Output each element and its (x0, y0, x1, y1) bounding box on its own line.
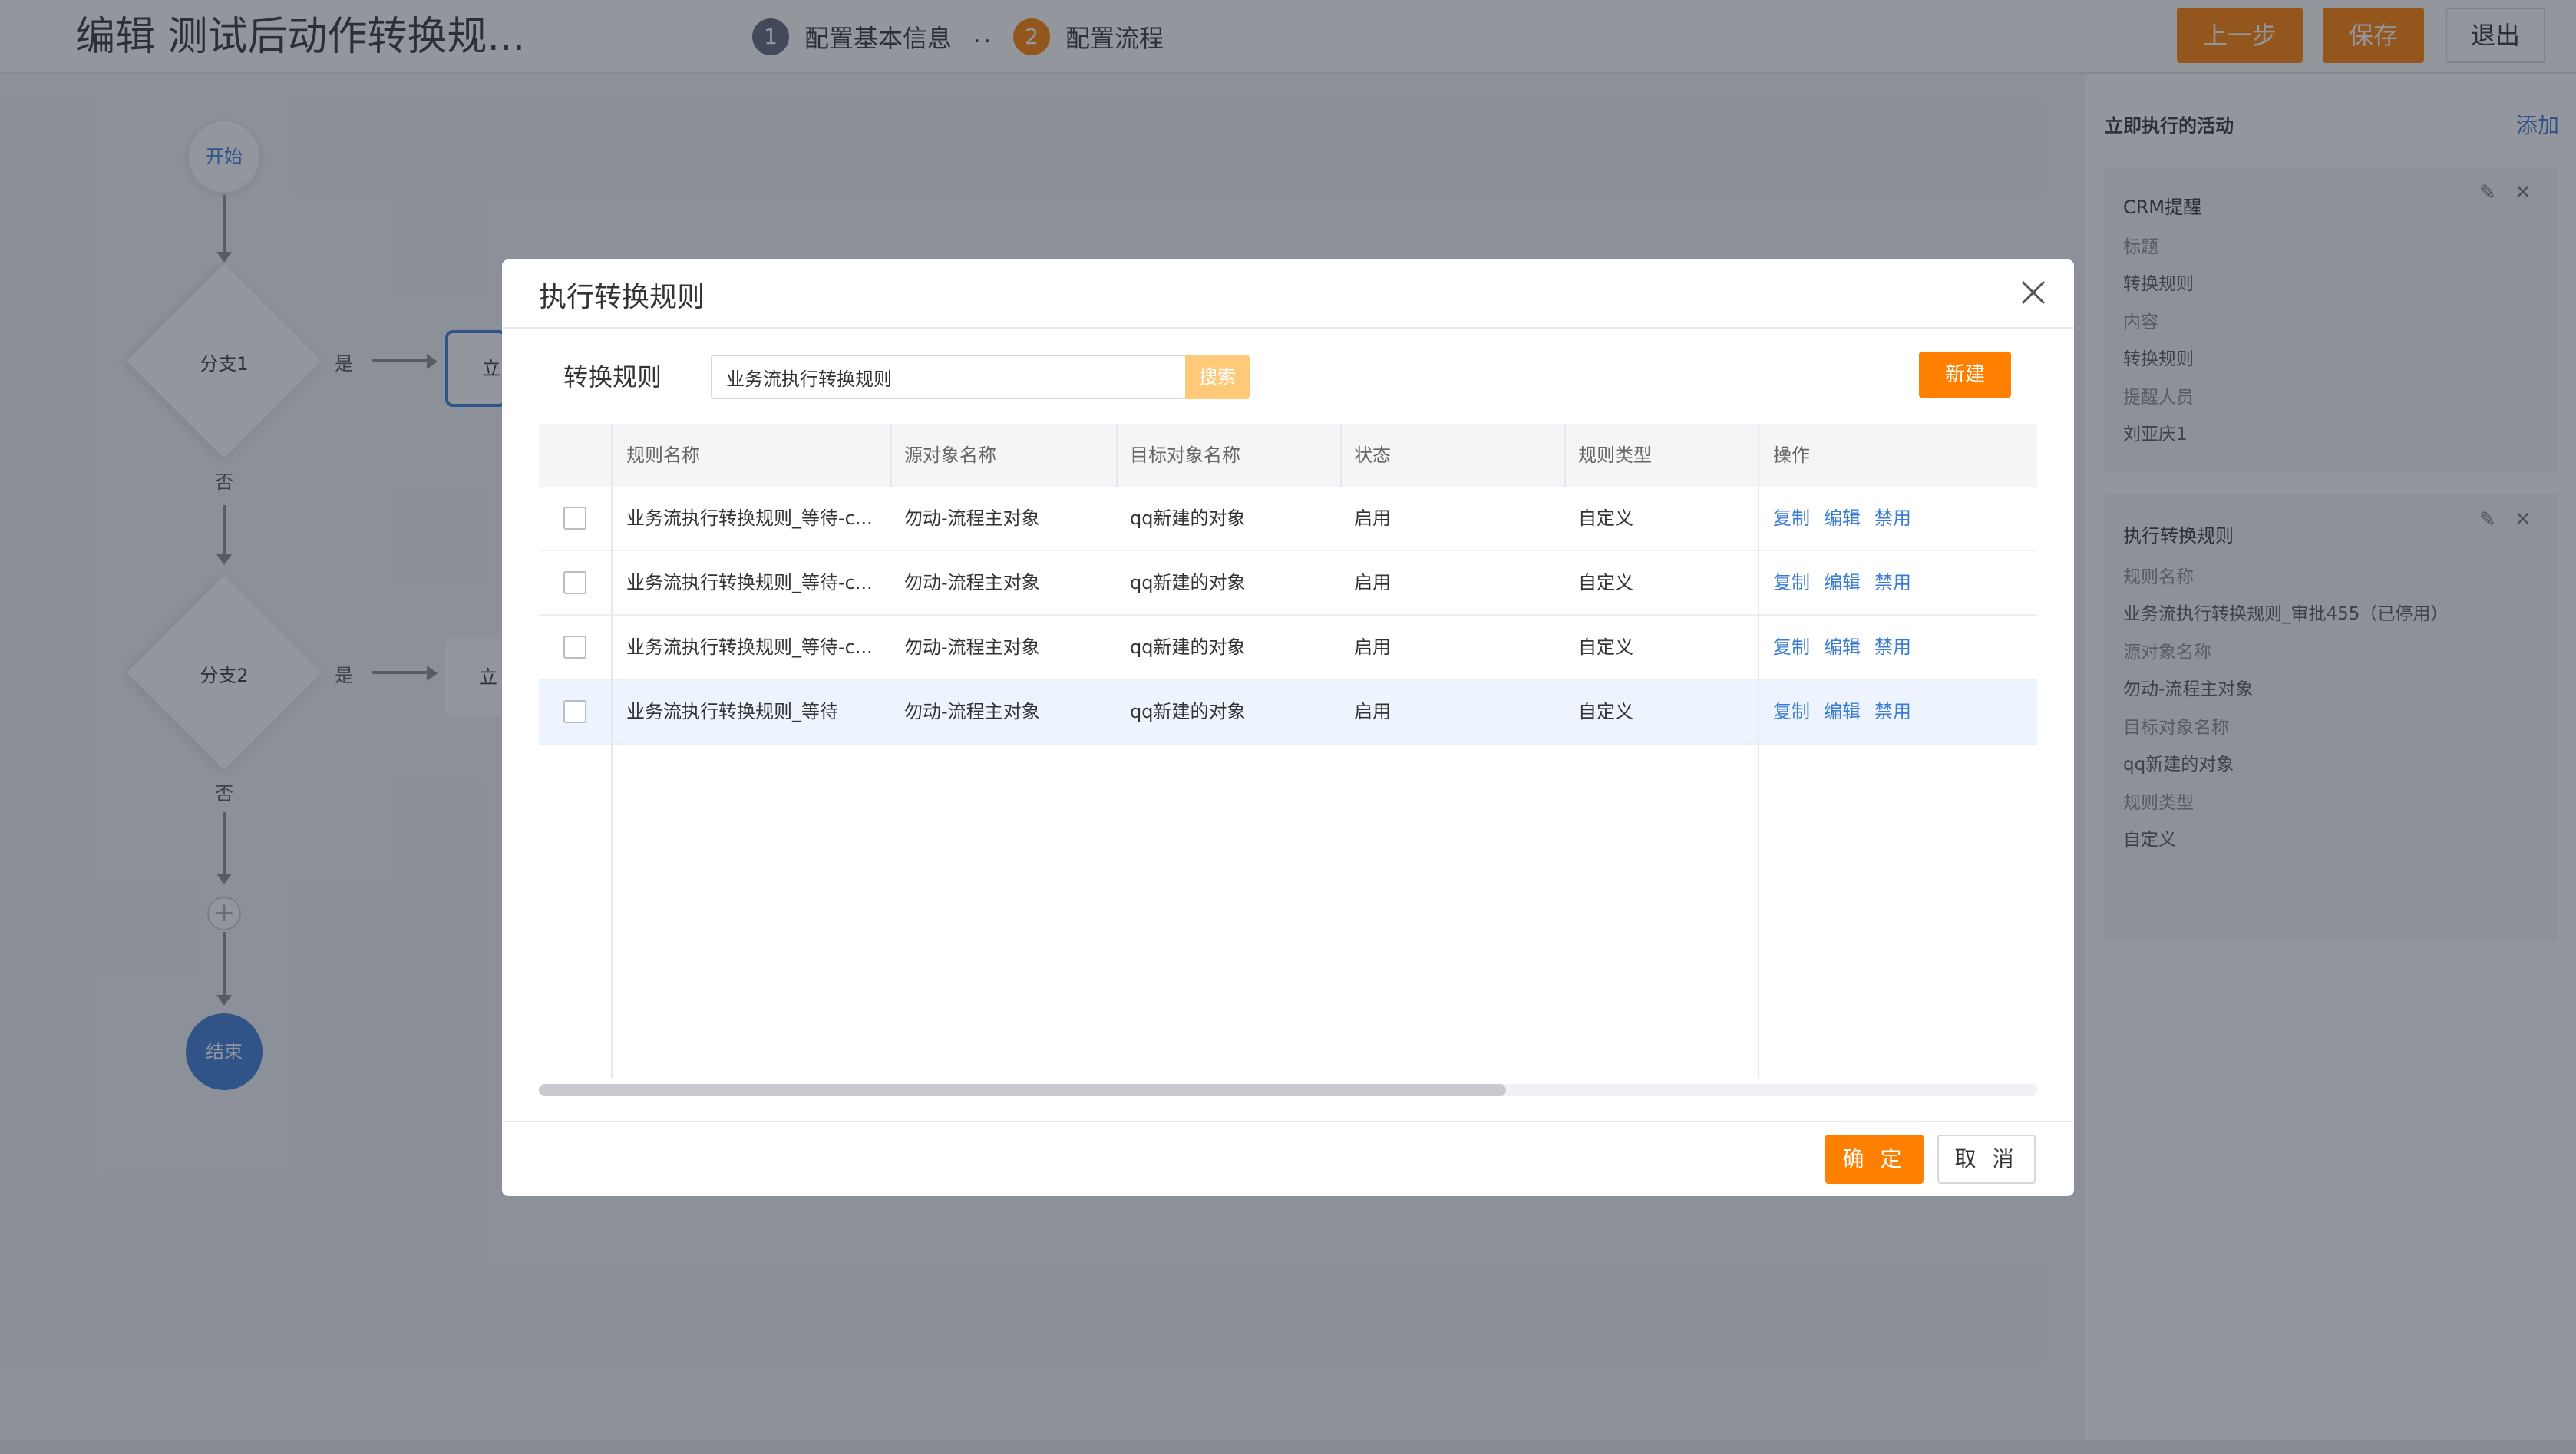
table-row[interactable]: 业务流执行转换规则_等待-c... 勿动-流程主对象 qq新建的对象 启用 自定… (539, 616, 2037, 680)
close-icon[interactable] (2016, 275, 2051, 310)
edit-link[interactable]: 编辑 (1824, 701, 1861, 722)
row-checkbox[interactable] (563, 700, 586, 723)
new-rule-button[interactable]: 新建 (1919, 352, 2011, 398)
disable-link[interactable]: 禁用 (1874, 701, 1911, 722)
disable-link[interactable]: 禁用 (1874, 507, 1911, 529)
table-row[interactable]: 业务流执行转换规则_等待 勿动-流程主对象 qq新建的对象 启用 自定义 复制编… (539, 680, 2037, 745)
row-checkbox[interactable] (563, 636, 586, 659)
copy-link[interactable]: 复制 (1773, 572, 1810, 593)
dialog-header: 执行转换规则 (502, 259, 2074, 329)
edit-link[interactable]: 编辑 (1824, 636, 1861, 658)
target-object-cell: qq新建的对象 (1130, 572, 1246, 593)
target-object-cell: qq新建的对象 (1130, 701, 1246, 722)
column-header-type: 规则类型 (1578, 444, 1652, 466)
status-cell: 启用 (1354, 507, 1391, 529)
copy-link[interactable]: 复制 (1773, 701, 1810, 722)
search-button[interactable]: 搜索 (1185, 355, 1250, 399)
actions-cell: 复制 编辑 禁用 (1759, 616, 1925, 679)
rule-name-cell: 业务流执行转换规则_等待-c... (626, 507, 873, 529)
rule-type-cell: 自定义 (1578, 636, 1633, 658)
table-row[interactable]: 业务流执行转换规则_等待-c... 勿动-流程主对象 qq新建的对象 启用 自定… (539, 551, 2037, 616)
disable-link[interactable]: 禁用 (1874, 636, 1911, 658)
rule-type-cell: 自定义 (1578, 507, 1633, 529)
actions-cell: 复制 编辑 禁用 (1759, 680, 1925, 743)
dialog-footer-divider (502, 1121, 2074, 1122)
row-checkbox[interactable] (563, 507, 586, 530)
status-cell: 启用 (1354, 636, 1391, 658)
source-object-cell: 勿动-流程主对象 (904, 636, 1040, 658)
column-header-source: 源对象名称 (904, 444, 996, 466)
scrollbar-thumb[interactable] (539, 1084, 1506, 1096)
target-object-cell: qq新建的对象 (1130, 636, 1246, 658)
target-object-cell: qq新建的对象 (1130, 507, 1246, 529)
column-divider (1340, 424, 1342, 487)
rule-type-cell: 自定义 (1578, 572, 1633, 593)
rule-name-cell: 业务流执行转换规则_等待-c... (626, 636, 873, 658)
table-row[interactable]: 业务流执行转换规则_等待-c... 勿动-流程主对象 qq新建的对象 启用 自定… (539, 487, 2037, 551)
source-object-cell: 勿动-流程主对象 (904, 572, 1040, 593)
column-divider (890, 424, 892, 487)
source-object-cell: 勿动-流程主对象 (904, 701, 1040, 722)
table-header: 规则名称 源对象名称 目标对象名称 状态 规则类型 操作 (539, 424, 2037, 487)
rule-search-input[interactable] (711, 355, 1187, 399)
confirm-button[interactable]: 确 定 (1825, 1135, 1924, 1184)
edit-link[interactable]: 编辑 (1824, 507, 1861, 529)
edit-link[interactable]: 编辑 (1824, 572, 1861, 593)
column-divider (1564, 424, 1566, 487)
disable-link[interactable]: 禁用 (1874, 572, 1911, 593)
table-horizontal-scrollbar[interactable] (539, 1084, 2037, 1096)
column-header-name: 规则名称 (626, 444, 700, 466)
column-header-status: 状态 (1354, 444, 1391, 466)
dialog-title: 执行转换规则 (539, 282, 705, 313)
actions-cell: 复制 编辑 禁用 (1759, 551, 1925, 614)
rule-table: 规则名称 源对象名称 目标对象名称 状态 规则类型 操作 业务流执行转换规则_等… (539, 424, 2037, 1078)
row-checkbox[interactable] (563, 571, 586, 594)
filter-label: 转换规则 (563, 362, 662, 392)
copy-link[interactable]: 复制 (1773, 636, 1810, 658)
status-cell: 启用 (1354, 572, 1391, 593)
fixed-column-divider (611, 424, 613, 1078)
copy-link[interactable]: 复制 (1773, 507, 1810, 529)
convert-rule-dialog: 执行转换规则 转换规则 搜索 新建 规则名称 源对象名称 目标对象名称 状态 规… (502, 259, 2074, 1196)
rule-type-cell: 自定义 (1578, 701, 1633, 722)
source-object-cell: 勿动-流程主对象 (904, 507, 1040, 529)
status-cell: 启用 (1354, 701, 1391, 722)
rule-name-cell: 业务流执行转换规则_等待-c... (626, 572, 873, 593)
cancel-button[interactable]: 取 消 (1937, 1135, 2036, 1184)
column-header-target: 目标对象名称 (1130, 444, 1240, 466)
column-divider (1116, 424, 1118, 487)
actions-cell: 复制 编辑 禁用 (1759, 487, 1925, 550)
rule-name-cell: 业务流执行转换规则_等待 (626, 701, 838, 722)
fixed-column-divider (1758, 424, 1759, 1078)
column-header-actions: 操作 (1773, 444, 1810, 466)
